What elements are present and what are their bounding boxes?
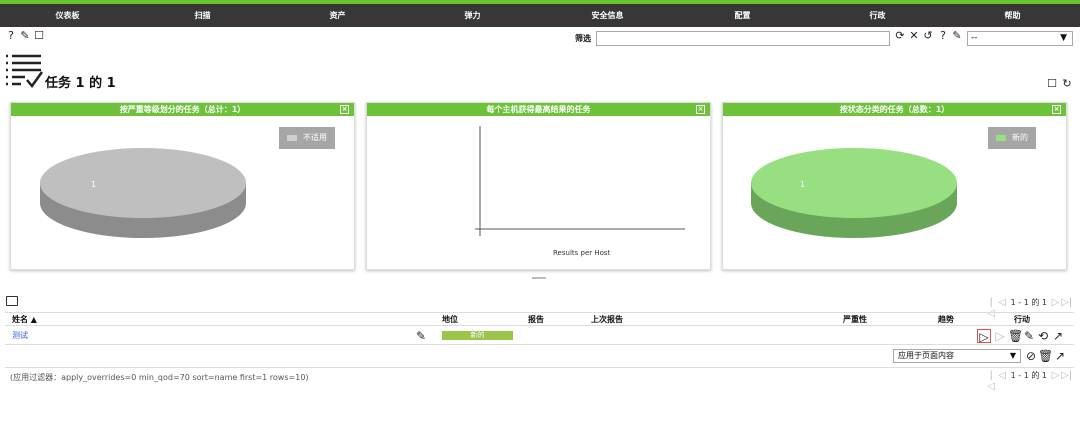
chart-title-text: 每个主机获得最高结果的任务 bbox=[486, 105, 591, 114]
col-last-report[interactable]: 上次报告 bbox=[591, 313, 623, 327]
col-severity[interactable]: 严重性 bbox=[843, 313, 867, 327]
bulk-action-select[interactable]: 应用于页面内容 ▼ bbox=[893, 349, 1021, 363]
help-icon[interactable]: ? bbox=[5, 30, 17, 42]
filter-select-value: -- bbox=[971, 33, 978, 43]
col-reports[interactable]: 报告 bbox=[528, 313, 544, 327]
bulk-select-value: 应用于页面内容 bbox=[898, 351, 954, 360]
filter-select[interactable]: -- ▼ bbox=[967, 31, 1073, 46]
col-trend[interactable]: 趋势 bbox=[938, 313, 954, 327]
status-badge: 新的 bbox=[442, 331, 513, 340]
close-icon[interactable]: × bbox=[696, 105, 705, 114]
trash-icon[interactable]: 🗑 bbox=[1038, 349, 1053, 363]
x-axis-label: Results per Host bbox=[553, 249, 611, 257]
chart-title: 按状态分类的任务（总数：1） × bbox=[723, 103, 1066, 116]
resume-icon: ▷ bbox=[995, 329, 1005, 343]
col-actions: 行动 bbox=[1014, 315, 1030, 324]
chart-title-text: 按状态分类的任务（总数：1） bbox=[839, 105, 950, 114]
col-status[interactable]: 地位 bbox=[442, 313, 458, 327]
nav-assets[interactable]: 资产 bbox=[270, 4, 405, 27]
close-icon[interactable]: × bbox=[340, 105, 349, 114]
first-page-icon[interactable]: |◁ bbox=[986, 370, 997, 392]
clone-icon[interactable]: ⟲ bbox=[1036, 329, 1050, 343]
pie-slice-label: 1 bbox=[91, 180, 96, 189]
divider bbox=[5, 367, 1074, 368]
wizard-icon[interactable]: ✎ bbox=[19, 30, 31, 42]
filter-input[interactable] bbox=[596, 31, 890, 46]
last-page-icon[interactable]: ▷| bbox=[1061, 297, 1072, 308]
export-icon[interactable]: ↗ bbox=[1053, 349, 1067, 363]
chart-title: 按严重等级划分的任务（总计：1） × bbox=[11, 103, 354, 116]
pie-chart-severity: 1 bbox=[40, 148, 246, 238]
chart-title-text: 按严重等级划分的任务（总计：1） bbox=[119, 105, 246, 114]
trash-icon[interactable]: 🗑 bbox=[1008, 329, 1023, 343]
refresh-filter-icon[interactable]: ⟳ bbox=[894, 30, 906, 42]
reset-icon[interactable]: ↻ bbox=[1061, 78, 1073, 90]
reset-filter-icon[interactable]: ↺ bbox=[922, 30, 934, 42]
task-name-link[interactable]: 测试 bbox=[12, 327, 28, 345]
filter-help-icon[interactable]: ? bbox=[937, 30, 949, 42]
tag-icon[interactable]: ⊘ bbox=[1024, 349, 1038, 363]
chart-panel-status: 按状态分类的任务（总数：1） × 新的 1 bbox=[722, 102, 1067, 270]
pie-chart-status: 1 bbox=[751, 148, 957, 238]
first-page-icon[interactable]: |◁ bbox=[986, 297, 997, 319]
nav-administration[interactable]: 行政 bbox=[810, 4, 945, 27]
pager-text: 1 - 1 的 1 bbox=[1010, 298, 1047, 307]
nav-secinfo[interactable]: 安全信息 bbox=[540, 4, 675, 27]
nav-resilience[interactable]: 弹力 bbox=[405, 4, 540, 27]
chart-title: 每个主机获得最高结果的任务 × bbox=[367, 103, 710, 116]
edit-icon[interactable]: ✎ bbox=[1022, 329, 1036, 343]
close-icon[interactable]: × bbox=[1052, 105, 1061, 114]
main-nav: 仪表板 扫描 资产 弹力 安全信息 配置 行政 帮助 bbox=[0, 4, 1080, 27]
title-area: 任务 1 的 1 bbox=[5, 50, 205, 91]
new-task-icon[interactable]: ☐ bbox=[33, 30, 45, 42]
applied-filter-text: (应用过滤器：apply_overrides=0 min_qod=70 sort… bbox=[10, 373, 309, 382]
filter-label: 筛选 bbox=[575, 34, 591, 43]
new-task-icon[interactable]: ☐ bbox=[1046, 78, 1058, 90]
prev-page-icon[interactable]: ◁ bbox=[997, 297, 1008, 308]
pie-slice-label: 1 bbox=[800, 180, 805, 189]
table-row: 测试 ✎ 新的 ▷ ▷ 🗑 ✎ ⟲ ↗ bbox=[5, 327, 1074, 345]
nav-scans[interactable]: 扫描 bbox=[135, 4, 270, 27]
resize-handle[interactable] bbox=[532, 277, 546, 279]
pager-bottom: |◁ ◁ 1 - 1 的 1 ▷ ▷| bbox=[986, 370, 1072, 392]
export-icon[interactable]: ↗ bbox=[1051, 329, 1065, 343]
chart-panel-severity: 按严重等级划分的任务（总计：1） × 不适用 1 bbox=[10, 102, 355, 270]
bar-chart-results: Results per Host bbox=[475, 126, 685, 257]
table-header: 姓名 ▲ 地位 报告 上次报告 严重性 趋势 行动 bbox=[5, 312, 1074, 326]
nav-help[interactable]: 帮助 bbox=[945, 4, 1080, 27]
nav-configuration[interactable]: 配置 bbox=[675, 4, 810, 27]
col-name[interactable]: 姓名 ▲ bbox=[12, 313, 37, 327]
start-icon[interactable]: ▷ bbox=[977, 329, 991, 344]
pager-top: |◁ ◁ 1 - 1 的 1 ▷ ▷| bbox=[986, 297, 1072, 319]
pie-slice bbox=[40, 148, 246, 218]
chevron-down-icon: ▼ bbox=[1009, 351, 1016, 360]
next-page-icon[interactable]: ▷ bbox=[1050, 370, 1061, 381]
page-title: 任务 1 的 1 bbox=[45, 76, 116, 91]
next-page-icon[interactable]: ▷ bbox=[1050, 297, 1061, 308]
chart-panel-results-per-host: 每个主机获得最高结果的任务 × Results per Host bbox=[366, 102, 711, 270]
pager-text: 1 - 1 的 1 bbox=[1010, 371, 1047, 380]
chevron-down-icon: ▼ bbox=[1060, 33, 1067, 43]
edit-filter-icon[interactable]: ✎ bbox=[951, 30, 963, 42]
edit-note-icon[interactable]: ✎ bbox=[414, 329, 428, 343]
nav-dashboard[interactable]: 仪表板 bbox=[0, 4, 135, 27]
prev-page-icon[interactable]: ◁ bbox=[997, 370, 1008, 381]
folder-icon[interactable] bbox=[6, 296, 18, 306]
last-page-icon[interactable]: ▷| bbox=[1061, 370, 1072, 381]
pie-slice bbox=[751, 148, 957, 218]
toolbar: ? ✎ ☐ 筛选 ⟳ ✕ ↺ ? ✎ -- ▼ bbox=[0, 30, 1080, 48]
clear-filter-icon[interactable]: ✕ bbox=[908, 30, 920, 42]
task-list-icon bbox=[6, 54, 43, 89]
